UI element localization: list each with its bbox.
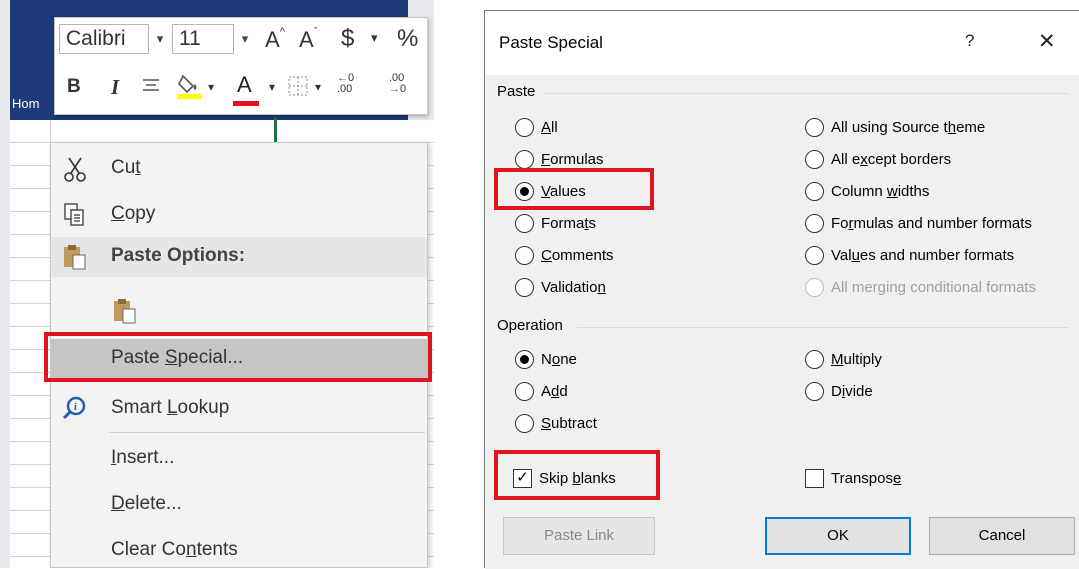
help-icon[interactable]: ?: [965, 31, 974, 51]
highlight-paste-special: [44, 332, 432, 382]
paste-group-divider: [543, 93, 1069, 94]
font-color-icon[interactable]: A: [233, 72, 259, 106]
cancel-button[interactable]: Cancel: [929, 517, 1075, 555]
borders-icon[interactable]: [287, 75, 309, 102]
paste-options-header: Paste Options:: [51, 237, 427, 277]
paste-clipboard-icon: [111, 297, 139, 325]
operation-group-label: Operation: [497, 317, 563, 334]
percent-icon[interactable]: %: [397, 25, 418, 53]
font-size-dropdown-icon[interactable]: ▾: [234, 24, 256, 54]
fill-color-dropdown-icon[interactable]: ▾: [208, 80, 214, 94]
grow-font-icon[interactable]: A^: [265, 26, 285, 53]
smart-lookup-icon: i: [61, 395, 89, 423]
font-name-dropdown-icon[interactable]: ▾: [149, 24, 171, 54]
font-name-value: Calibri: [66, 27, 126, 50]
menu-label-copy: Copy: [111, 203, 156, 224]
menu-item-cut[interactable]: Cut: [51, 149, 427, 189]
font-size-value: 11: [179, 27, 201, 50]
menu-item-clear-contents[interactable]: Clear Contents: [51, 531, 427, 568]
font-size-box[interactable]: 11: [172, 24, 234, 54]
fill-color-icon[interactable]: [175, 70, 205, 105]
bold-icon[interactable]: B: [67, 76, 81, 98]
clipboard-icon: [61, 243, 89, 271]
menu-item-insert[interactable]: Insert...: [51, 439, 427, 479]
decrease-decimal-icon[interactable]: .00 →0: [389, 73, 419, 95]
menu-item-delete[interactable]: Delete...: [51, 485, 427, 525]
scissors-icon: [61, 155, 89, 183]
close-icon[interactable]: ✕: [1038, 29, 1056, 54]
menu-label-smart-lookup: Smart Lookup: [111, 397, 230, 418]
menu-label-delete: Delete...: [111, 493, 182, 514]
shrink-font-icon[interactable]: Aˇ: [299, 26, 317, 53]
font-name-box[interactable]: Calibri: [59, 24, 149, 54]
borders-dropdown-icon[interactable]: ▾: [315, 80, 321, 94]
menu-label-cut: Cut: [111, 157, 141, 178]
increase-decimal-icon[interactable]: ←0.00: [337, 73, 367, 95]
align-center-icon[interactable]: [141, 76, 161, 101]
operation-group-divider: [577, 327, 1069, 328]
copy-icon: [61, 201, 89, 229]
paste-option-default[interactable]: [51, 289, 427, 335]
italic-icon[interactable]: I: [111, 75, 119, 100]
dialog-title: Paste Special: [499, 33, 603, 52]
menu-separator: [109, 432, 425, 433]
home-tab[interactable]: Hom: [12, 96, 39, 111]
menu-label-insert: Insert...: [111, 447, 175, 468]
menu-item-copy[interactable]: Copy: [51, 195, 427, 235]
paste-link-button[interactable]: Paste Link: [503, 517, 655, 555]
currency-dropdown-icon[interactable]: ▾: [371, 30, 378, 46]
paste-options-label: Paste Options:: [111, 245, 246, 266]
mini-toolbar: Calibri ▾ 11 ▾ A^ Aˇ $ ▾ % B I ▾ A ▾ ▾ ←…: [54, 17, 428, 115]
highlight-skip-blanks: [494, 450, 660, 500]
ok-button[interactable]: OK: [765, 517, 911, 555]
paste-group-label: Paste: [497, 83, 536, 100]
font-color-dropdown-icon[interactable]: ▾: [269, 80, 275, 94]
excel-context-panel: Hom Calibri ▾ 11 ▾ A^ Aˇ $ ▾ % B I ▾ A ▾…: [0, 0, 434, 568]
menu-item-smart-lookup[interactable]: i Smart Lookup: [51, 389, 427, 429]
highlight-values: [494, 168, 654, 210]
menu-label-clear-contents: Clear Contents: [111, 539, 238, 560]
svg-text:i: i: [74, 402, 77, 413]
currency-icon[interactable]: $: [341, 25, 354, 53]
